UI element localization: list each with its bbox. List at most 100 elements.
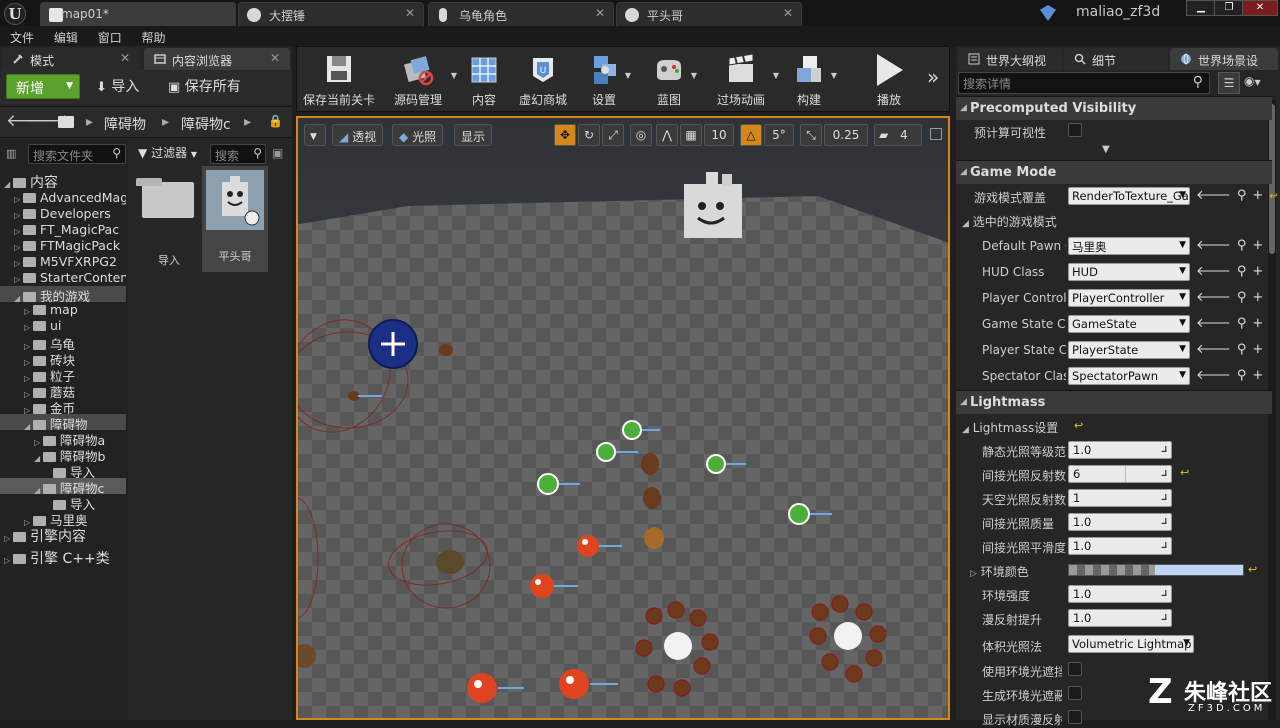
unreal-logo-icon[interactable]: U (4, 3, 26, 25)
filters-button[interactable]: ▼ 过滤器 ▼ (138, 144, 197, 161)
tab-map01[interactable]: map01* (40, 2, 236, 26)
add-plus-icon[interactable]: + (1252, 188, 1269, 203)
translate-icon[interactable]: ✥ (554, 124, 576, 146)
show-flags-button[interactable]: 显示 (454, 124, 493, 146)
numeric-field[interactable]: 1.0 (1068, 441, 1172, 459)
tree-item[interactable]: ▷ 蘑菇 (0, 382, 126, 398)
search-assets-input[interactable]: 搜索 ⚲ (210, 144, 266, 164)
use-selected-arrow-icon[interactable]: 🡐 (1196, 342, 1237, 357)
chevron-down-icon[interactable]: ▼ (451, 71, 457, 80)
close-icon[interactable]: ✕ (270, 51, 280, 65)
tab-dabaichui[interactable]: 大摆锤 ✕ (238, 2, 424, 26)
section-precomputed-visibility[interactable]: ◢ Precomputed Visibility (956, 96, 1272, 120)
expand-icon[interactable]: ▷ (14, 195, 23, 204)
add-plus-icon[interactable]: + (1252, 264, 1269, 279)
asset-tile[interactable]: 导入 (136, 170, 202, 270)
tab-content-browser[interactable]: 内容浏览器 ✕ (144, 48, 290, 70)
lightmass-settings-row[interactable]: ◢ Lightmass设置 (962, 419, 1058, 436)
sources-toggle-icon[interactable]: ▥ (6, 147, 16, 160)
volume-lighting-dropdown[interactable]: Volumetric Lightmap ▼ (1068, 635, 1194, 653)
class-dropdown[interactable]: SpectatorPawn ▼ (1068, 367, 1190, 385)
source-control-button[interactable]: ▼ 源码管理 (381, 47, 457, 111)
grid-snap-value[interactable]: 10 (704, 124, 734, 146)
viewport-options-button[interactable]: ▼ (304, 124, 326, 146)
tab-modes[interactable]: 模式 ✕ (2, 48, 140, 70)
numeric-field[interactable]: 1.0 (1068, 585, 1172, 603)
section-lightmass[interactable]: ◢ Lightmass (956, 390, 1272, 414)
browse-search-icon[interactable]: ⚲ (1237, 342, 1253, 357)
tab-world-outliner[interactable]: 世界大纲视 (958, 48, 1062, 70)
tree-item[interactable]: ◢ 障碍物b (0, 446, 126, 462)
save-current-level-button[interactable]: 保存当前关卡 (301, 47, 377, 111)
use-selected-arrow-icon[interactable]: 🡐 (1196, 316, 1237, 331)
expand-icon[interactable]: ▷ (24, 307, 33, 316)
expand-icon[interactable]: ▷ (24, 342, 33, 350)
use-selected-arrow-icon[interactable]: 🡐 (1196, 290, 1237, 305)
reset-default-icon[interactable]: ↩ (1248, 563, 1257, 576)
reset-default-icon[interactable]: ↩ (1074, 419, 1083, 432)
tree-item[interactable]: ◢ 我的游戏 (0, 286, 126, 302)
blueprints-button[interactable]: ▼ 蓝图 (643, 47, 697, 111)
expand-icon[interactable]: ▷ (24, 374, 33, 382)
view-options-eye-icon[interactable]: ◉▼ (1244, 74, 1261, 88)
tree-item[interactable]: ▷ 引擎 C++类 (0, 548, 126, 568)
minimize-button[interactable]: ▁ (1186, 0, 1216, 16)
property-matrix-icon[interactable]: ☰ (1218, 72, 1240, 94)
scale-snap-icon[interactable]: ⤡ (800, 124, 822, 146)
camera-speed-button[interactable]: ▰ 4 (874, 124, 922, 146)
expand-icon[interactable]: ▷ (4, 534, 13, 543)
expand-icon[interactable]: ▷ (24, 518, 33, 526)
expand-icon[interactable]: ▷ (14, 275, 23, 284)
class-dropdown[interactable]: PlayerController ▼ (1068, 289, 1190, 307)
close-window-button[interactable]: ✕ (1242, 0, 1278, 16)
tab-pingtouge[interactable]: 平头哥 ✕ (616, 2, 802, 26)
tree-item[interactable]: ▷ FTMagicPack (0, 238, 126, 254)
tree-item[interactable]: ▷ FT_MagicPac (0, 222, 126, 238)
toolbar-overflow-icon[interactable]: » (927, 65, 939, 89)
level-viewport[interactable]: ▼ ◢ 透视 ◆ 光照 显示 ✥ ↻ ⤢ ◎ ⋀ ▦ 10 △ 5° ⤡ 0.2… (296, 116, 950, 720)
tree-item[interactable]: ▷ StarterConten (0, 270, 126, 286)
option-checkbox[interactable] (1068, 686, 1082, 700)
maximize-viewport-icon[interactable] (930, 128, 942, 140)
tree-item[interactable]: ▷ 砖块 (0, 350, 126, 366)
breadcrumb-item[interactable]: 障碍物c (181, 114, 231, 134)
use-selected-arrow-icon[interactable]: 🡐 (1196, 238, 1237, 253)
save-search-icon[interactable]: ▣ (272, 146, 283, 160)
tab-turtle-character[interactable]: 乌龟角色 ✕ (428, 2, 614, 26)
asset-tile[interactable]: 平头哥 (202, 166, 268, 272)
class-dropdown[interactable]: HUD ▼ (1068, 263, 1190, 281)
use-selected-arrow-icon[interactable]: 🡐 (1196, 188, 1237, 203)
browse-search-icon[interactable]: ⚲ (1237, 188, 1253, 203)
env-color-row[interactable]: ▷ 环境颜色 (970, 563, 1029, 580)
browse-search-icon[interactable]: ⚲ (1237, 290, 1253, 305)
grid-snap-icon[interactable]: ▦ (680, 124, 702, 146)
lighting-mode-button[interactable]: ◆ 光照 (392, 124, 444, 146)
content-button[interactable]: 内容 (459, 47, 509, 111)
collapse-icon[interactable]: ◢ (4, 180, 13, 189)
tree-item[interactable]: ▷ 粒子 (0, 366, 126, 382)
rotate-icon[interactable]: ↻ (578, 124, 600, 146)
add-plus-icon[interactable]: + (1252, 238, 1269, 253)
lock-icon[interactable]: 🔒 (268, 114, 283, 128)
scale-snap-value[interactable]: 0.25 (824, 124, 868, 146)
numeric-field[interactable]: 1 (1068, 489, 1172, 507)
build-button[interactable]: ▼ 构建 (783, 47, 837, 111)
expand-icon[interactable]: ▷ (24, 390, 33, 398)
tree-item[interactable]: 导入 (0, 462, 126, 478)
expand-icon[interactable]: ▷ (14, 211, 23, 220)
tree-item[interactable]: ▷ 金币 (0, 398, 126, 414)
chevron-down-icon[interactable]: ▼ (691, 71, 697, 80)
close-icon[interactable]: ✕ (120, 51, 130, 65)
env-color-swatch[interactable] (1068, 564, 1244, 576)
advanced-expand-icon[interactable]: ▼ (1102, 144, 1110, 155)
numeric-field[interactable]: 1.0 (1068, 609, 1172, 627)
search-details-input[interactable]: 搜索详情 ⚲ (958, 72, 1210, 94)
collapse-icon[interactable]: ◢ (14, 294, 23, 302)
numeric-field[interactable]: 6 (1068, 465, 1172, 483)
collapse-icon[interactable]: ◢ (24, 422, 33, 430)
class-dropdown[interactable]: GameState ▼ (1068, 315, 1190, 333)
expand-icon[interactable]: ▷ (34, 438, 43, 446)
expand-icon[interactable]: ▷ (24, 358, 33, 366)
class-dropdown[interactable]: 马里奥 ▼ (1068, 237, 1190, 255)
tab-details[interactable]: 细节 (1064, 48, 1168, 70)
